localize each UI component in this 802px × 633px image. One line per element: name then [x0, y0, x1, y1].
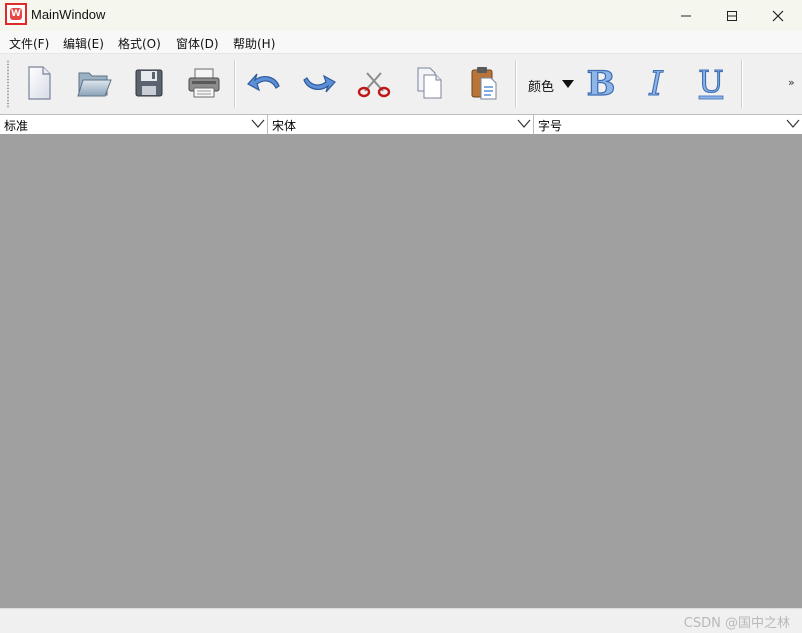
chevron-down-icon[interactable] — [517, 119, 531, 129]
italic-button[interactable]: I — [633, 60, 679, 106]
menu-file[interactable]: 文件(F) — [9, 35, 49, 52]
status-bar: CSDN @国中之林 — [0, 608, 802, 633]
svg-text:U: U — [698, 65, 723, 100]
toolbar-separator-2 — [515, 60, 517, 108]
svg-text:B: B — [587, 64, 616, 102]
main-window: W MainWindow 文件(F) 编辑(E) 格式(O) 窗体(D) 帮助(… — [0, 0, 802, 633]
size-combo[interactable]: 字号 — [534, 115, 802, 134]
font-combo[interactable]: 宋体 — [268, 115, 534, 134]
save-disk-icon — [135, 69, 163, 97]
app-icon[interactable]: W — [5, 3, 27, 25]
watermark-text: CSDN @国中之林 — [683, 616, 790, 631]
underline-icon: U — [698, 64, 724, 100]
minimize-icon — [681, 15, 691, 16]
toolbar-separator-3 — [741, 60, 743, 108]
menu-help[interactable]: 帮助(H) — [233, 35, 275, 52]
new-file-button[interactable] — [16, 60, 62, 106]
italic-icon: I — [648, 64, 664, 102]
mdi-workspace[interactable] — [0, 134, 802, 608]
open-folder-icon — [77, 72, 112, 97]
copy-button[interactable] — [406, 60, 452, 106]
size-combo-value: 字号 — [538, 119, 563, 133]
cut-button[interactable] — [351, 60, 397, 106]
toolbar-separator — [234, 60, 236, 108]
paste-icon — [471, 67, 497, 100]
menu-edit[interactable]: 编辑(E) — [63, 35, 104, 52]
menu-format[interactable]: 格式(O) — [118, 35, 161, 52]
cut-scissors-icon — [357, 72, 391, 98]
bold-button[interactable]: B — [578, 60, 624, 106]
bold-icon: B — [586, 64, 616, 102]
maximize-button[interactable] — [709, 0, 755, 31]
undo-icon — [247, 73, 280, 92]
style-combo[interactable]: 标准 — [0, 115, 268, 134]
copy-icon — [417, 67, 442, 99]
color-button-label[interactable]: 颜色 — [528, 76, 554, 95]
format-combo-row: 标准 宋体 字号 — [0, 114, 802, 135]
window-title: MainWindow — [31, 7, 106, 22]
underline-button[interactable]: U — [688, 60, 734, 106]
chevron-down-icon[interactable] — [786, 119, 800, 129]
font-combo-value: 宋体 — [272, 119, 297, 133]
menu-window[interactable]: 窗体(D) — [176, 35, 219, 52]
minimize-button-slot[interactable] — [663, 0, 709, 31]
print-button[interactable] — [181, 60, 227, 106]
color-dropdown-arrow-icon[interactable] — [562, 80, 574, 89]
redo-button[interactable] — [296, 60, 342, 106]
chevron-down-icon[interactable] — [251, 119, 265, 129]
print-icon — [188, 68, 220, 98]
toolbar-overflow-button[interactable]: » — [788, 76, 795, 89]
close-icon — [772, 10, 784, 21]
app-logo-letter: W — [10, 8, 22, 20]
undo-button[interactable] — [241, 60, 287, 106]
svg-text:I: I — [648, 64, 663, 102]
open-file-button[interactable] — [71, 60, 117, 106]
toolbar-grip[interactable] — [7, 60, 9, 108]
toolbar: 颜色 B I U » — [0, 54, 802, 113]
save-button[interactable] — [126, 60, 172, 106]
menu-bar: 文件(F) 编辑(E) 格式(O) 窗体(D) 帮助(H) — [0, 31, 802, 54]
paste-button[interactable] — [461, 60, 507, 106]
maximize-icon — [727, 10, 737, 21]
new-file-icon — [28, 66, 51, 100]
close-button[interactable] — [755, 0, 801, 31]
style-combo-value: 标准 — [4, 119, 29, 133]
redo-icon — [303, 74, 336, 93]
